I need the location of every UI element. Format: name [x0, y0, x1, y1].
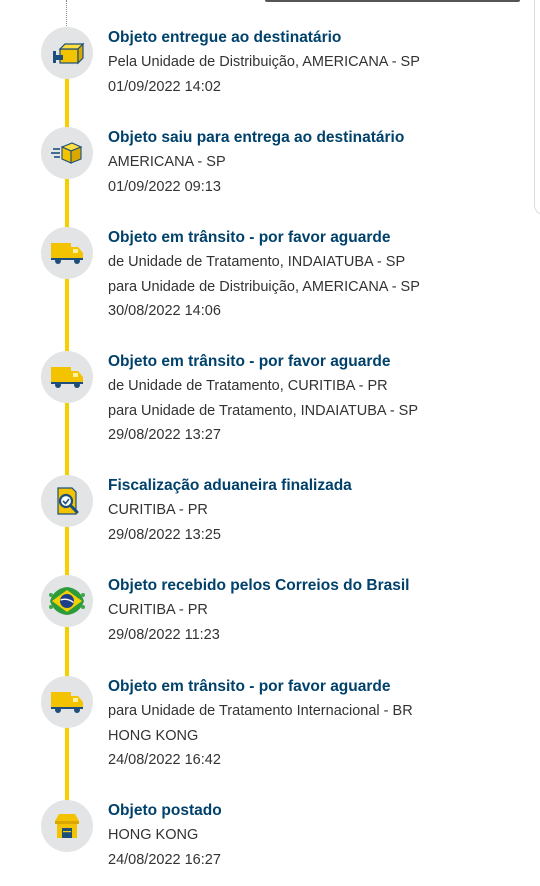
- top-edge-bar: [265, 0, 520, 2]
- out-for-delivery-box-icon: [41, 127, 93, 179]
- event-title: Objeto entregue ao destinatário: [108, 29, 342, 46]
- event-datetime: 01/09/2022 09:13: [108, 178, 221, 195]
- event-datetime: 29/08/2022 13:25: [108, 526, 221, 543]
- event-title: Objeto em trânsito - por favor aguarde: [108, 678, 391, 695]
- post-office-icon: [41, 800, 93, 852]
- timeline-top-dotted-line: [66, 0, 67, 26]
- event-title: Fiscalização aduaneira finalizada: [108, 477, 352, 494]
- event-datetime: 24/08/2022 16:42: [108, 752, 221, 768]
- truck-icon: [41, 676, 93, 728]
- event-location: CURITIBA - PR: [108, 502, 208, 518]
- truck-icon: [41, 351, 93, 403]
- event-location: HONG KONG: [108, 827, 199, 843]
- event-origin: de Unidade de Tratamento, INDAIATUBA - S…: [108, 254, 406, 270]
- event-title: Objeto em trânsito - por favor aguarde: [108, 353, 391, 370]
- event-title: Objeto saiu para entrega ao destinatário: [108, 129, 405, 146]
- event-destination: para Unidade de Tratamento, INDAIATUBA -…: [108, 402, 419, 419]
- event-datetime: 29/08/2022 11:23: [108, 626, 220, 643]
- truck-icon: [41, 227, 93, 279]
- event-location: HONG KONG: [108, 727, 199, 744]
- event-datetime: 29/08/2022 13:27: [108, 427, 221, 443]
- event-title: Objeto recebido pelos Correios do Brasil: [108, 577, 410, 594]
- brazil-flag-icon: [41, 575, 93, 627]
- event-datetime: 24/08/2022 16:27: [108, 851, 221, 868]
- right-panel-edge: [534, 0, 540, 215]
- event-origin: de Unidade de Tratamento, CURITIBA - PR: [108, 378, 388, 394]
- delivered-box-icon: [41, 27, 93, 79]
- event-title: Objeto em trânsito - por favor aguarde: [108, 229, 391, 246]
- event-datetime: 30/08/2022 14:06: [108, 303, 221, 319]
- event-location: AMERICANA - SP: [108, 154, 226, 170]
- event-destination: para Unidade de Tratamento Internacional…: [108, 703, 413, 719]
- event-destination: para Unidade de Distribuição, AMERICANA …: [108, 278, 420, 295]
- customs-inspection-icon: [41, 475, 93, 527]
- event-location: Pela Unidade de Distribuição, AMERICANA …: [108, 54, 420, 70]
- event-location: CURITIBA - PR: [108, 602, 208, 618]
- event-title: Objeto postado: [108, 802, 222, 819]
- event-datetime: 01/09/2022 14:02: [108, 78, 221, 95]
